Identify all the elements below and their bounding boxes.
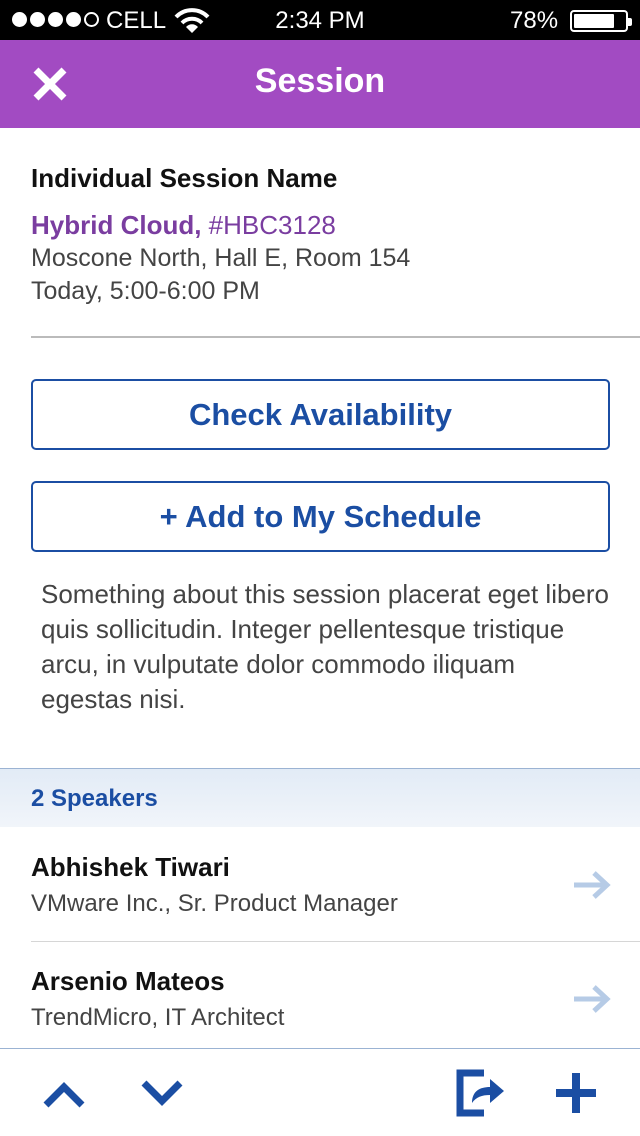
header-bar: Session (0, 40, 640, 128)
plus-icon[interactable] (552, 1069, 600, 1117)
page-title: Session (254, 62, 386, 100)
speakers-count-label: 2 Speakers (31, 785, 158, 812)
session-title: Hybrid Cloud, (31, 210, 202, 240)
check-availability-button[interactable]: Check Availability (31, 379, 610, 450)
session-description: Something about this session placerat eg… (41, 579, 610, 714)
battery-icon (570, 10, 632, 32)
session-code: #HBC3128 (208, 210, 336, 240)
chevron-down-icon[interactable] (138, 1077, 186, 1111)
speaker-row[interactable]: Abhishek Tiwari VMware Inc., Sr. Product… (0, 828, 640, 941)
arrow-right-icon (574, 871, 611, 899)
status-bar: CELL 2:34 PM 78% (0, 0, 640, 40)
battery-percentage: 78% (510, 7, 559, 34)
session-time: Today, 5:00-6:00 PM (31, 277, 260, 305)
add-to-schedule-button[interactable]: + Add to My Schedule (31, 481, 610, 552)
session-location: Moscone North, Hall E, Room 154 (31, 244, 411, 272)
speaker-role: VMware Inc., Sr. Product Manager (31, 890, 398, 917)
session-heading: Individual Session Name (31, 163, 338, 193)
speakers-section-header: 2 Speakers (0, 768, 640, 827)
speaker-name: Arsenio Mateos (31, 966, 225, 996)
arrow-right-icon (574, 985, 611, 1013)
divider (31, 336, 640, 338)
chevron-up-icon[interactable] (40, 1077, 88, 1111)
speaker-name: Abhishek Tiwari (31, 852, 230, 882)
share-icon[interactable] (454, 1067, 506, 1119)
bottom-toolbar (0, 1048, 640, 1136)
speaker-role: TrendMicro, IT Architect (31, 1004, 285, 1031)
session-title-line: Hybrid Cloud, #HBC3128 (31, 210, 336, 241)
speaker-row[interactable]: Arsenio Mateos TrendMicro, IT Architect (0, 942, 640, 1055)
